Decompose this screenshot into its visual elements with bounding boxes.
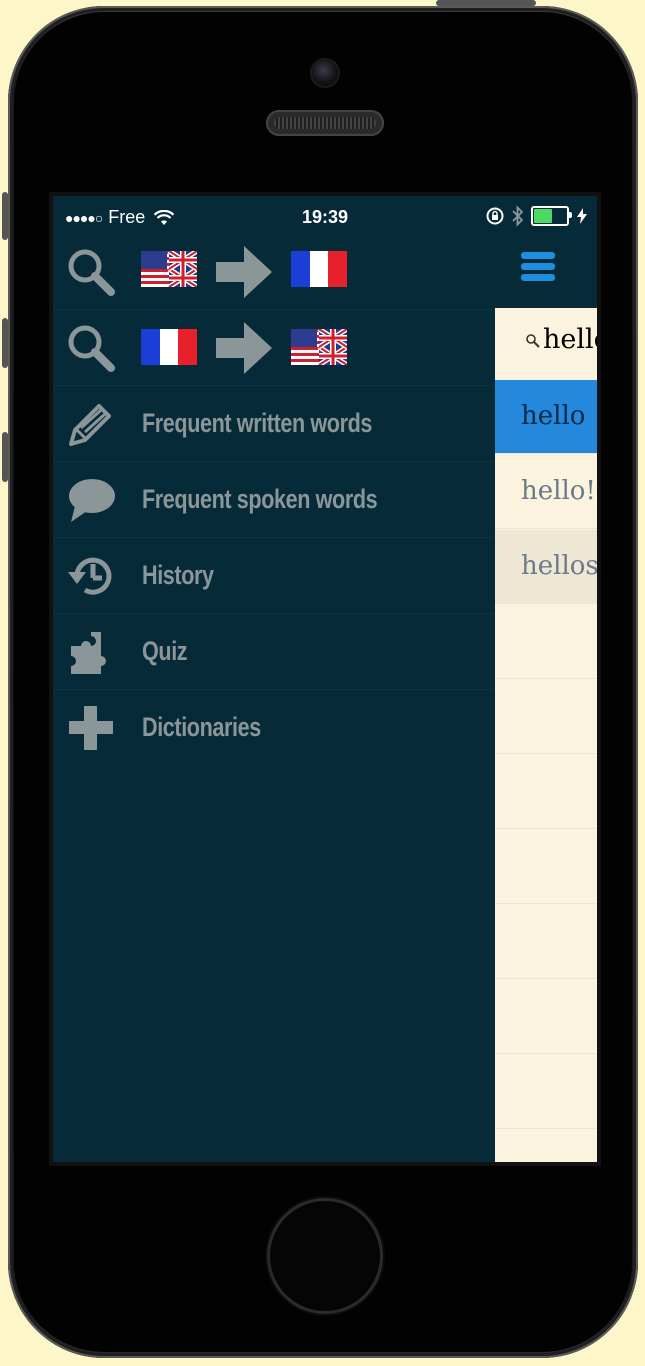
- uk-us-flag-icon: [141, 251, 197, 287]
- history-icon: [68, 557, 112, 595]
- empty-row: [495, 905, 597, 979]
- search-icon: [68, 325, 115, 372]
- arrow-right-icon: [216, 322, 272, 374]
- menu-item-label: Quiz: [142, 636, 188, 666]
- menu-item-frequent-written-words[interactable]: Frequent written words: [53, 386, 495, 462]
- france-flag-icon: [291, 251, 347, 287]
- result-row-hello[interactable]: hello: [495, 380, 597, 454]
- puzzle-icon: [71, 632, 106, 674]
- menu-item-quiz[interactable]: Quiz: [53, 614, 495, 690]
- empty-row: [495, 755, 597, 829]
- volume-up-button: [2, 318, 8, 368]
- menu-item-label: Frequent spoken words: [142, 484, 378, 514]
- plus-icon: [69, 706, 113, 750]
- side-menu: Frequent written words Frequent spoken w…: [53, 234, 495, 765]
- home-button[interactable]: [270, 1201, 380, 1311]
- speech-bubble-icon: [69, 479, 115, 522]
- front-camera: [312, 60, 338, 86]
- charging-bolt-icon: [577, 208, 587, 224]
- app-screen: ●●●●○ Free 19:39 Frequent written words …: [53, 196, 597, 1162]
- menu-item-history[interactable]: History: [53, 538, 495, 614]
- status-right: [485, 205, 587, 227]
- bluetooth-icon: [512, 205, 524, 227]
- search-input-value: hello: [543, 324, 597, 355]
- search-fr-to-en[interactable]: [53, 310, 495, 386]
- empty-row: [495, 680, 597, 754]
- battery-icon: [531, 206, 572, 226]
- earpiece-speaker: [266, 110, 384, 136]
- search-icon: [68, 249, 115, 296]
- rotation-lock-icon: [486, 207, 504, 225]
- empty-row: [495, 605, 597, 679]
- result-row-hellos[interactable]: hellos: [495, 530, 597, 604]
- silent-switch: [2, 192, 8, 240]
- arrow-right-icon: [216, 246, 272, 298]
- menu-item-label: Frequent written words: [142, 408, 373, 438]
- menu-item-frequent-spoken-words[interactable]: Frequent spoken words: [53, 462, 495, 538]
- result-row-hello-exclaim[interactable]: hello!: [495, 455, 597, 529]
- search-icon: [526, 334, 540, 348]
- empty-row: [495, 1055, 597, 1129]
- pen-icon: [69, 404, 111, 446]
- status-bar: ●●●●○ Free 19:39: [53, 196, 597, 238]
- uk-us-flag-icon: [291, 329, 347, 365]
- volume-down-button: [2, 432, 8, 482]
- search-en-to-fr[interactable]: [53, 234, 495, 310]
- menu-item-dictionaries[interactable]: Dictionaries: [53, 690, 495, 765]
- menu-item-label: Dictionaries: [142, 712, 261, 742]
- empty-row: [495, 980, 597, 1054]
- results-pane: hello hello hello! hellos: [495, 308, 597, 1162]
- hamburger-menu-icon[interactable]: [521, 252, 555, 286]
- france-flag-icon: [141, 329, 197, 365]
- search-input[interactable]: hello: [495, 308, 597, 381]
- empty-row: [495, 830, 597, 904]
- power-button: [436, 0, 536, 6]
- menu-item-label: History: [142, 560, 214, 590]
